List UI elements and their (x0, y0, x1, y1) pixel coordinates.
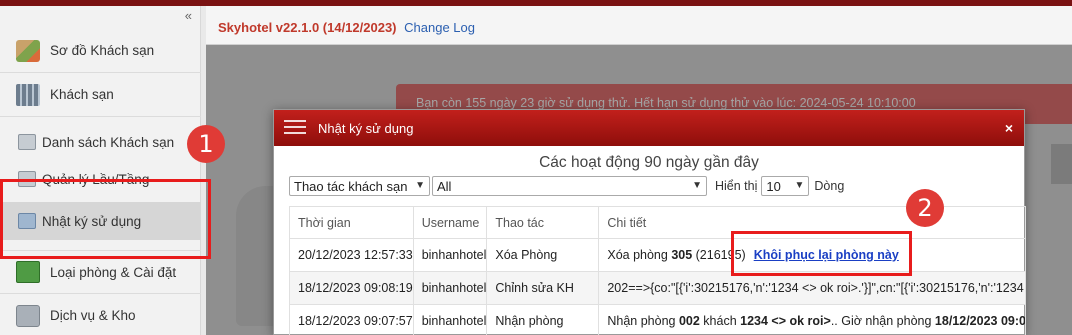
dialog-title: Nhật ký sử dụng (318, 120, 414, 136)
detail-text: Nhận phòng (607, 314, 679, 328)
sidebar-item-hotel-map[interactable]: Sơ đồ Khách sạn (0, 29, 201, 73)
rows-label: Dòng (814, 179, 845, 193)
app-version-title: Skyhotel v22.1.0 (14/12/2023) (218, 20, 397, 35)
hotel-map-icon (16, 39, 40, 62)
action-type-value: Thao tác khách sạn (294, 178, 408, 194)
close-icon[interactable]: × (1005, 120, 1013, 136)
detail-text: .. Giờ nhận phòng (830, 314, 935, 328)
sidebar-item-services[interactable]: Dịch vụ & Kho (0, 294, 201, 335)
sidebar-item-hotel[interactable]: Khách sạn (0, 73, 201, 117)
sidebar: « Sơ đồ Khách sạn Khách sạn Danh sách Kh… (0, 6, 201, 335)
cell-time: 20/12/2023 12:57:33 (289, 238, 414, 272)
chevron-down-icon: ▼ (794, 180, 805, 191)
chevron-down-icon: ▼ (692, 180, 702, 191)
detail-checkin-time: 18/12/2023 09:07 (934, 314, 1026, 328)
money-icon (16, 261, 40, 283)
detail-text: khách (699, 314, 741, 328)
cell-time: 18/12/2023 09:07:57 (289, 304, 414, 335)
chevron-down-icon: ▼ (415, 180, 425, 191)
scope-select[interactable]: All ▼ (432, 176, 707, 196)
cell-detail: Nhận phòng 002 khách 1234 <> ok roi>.. G… (598, 304, 1026, 335)
highlight-box-sidebar (0, 179, 211, 259)
action-type-select[interactable]: Thao tác khách sạn ▼ (289, 176, 430, 196)
cell-username: binhanhotel (413, 238, 488, 272)
sidebar-item-label: Loại phòng & Cài đặt (50, 264, 177, 280)
sidebar-item-label: Danh sách Khách sạn (42, 134, 175, 150)
column-header-username[interactable]: Username (413, 206, 488, 239)
column-header-action[interactable]: Thao tác (486, 206, 600, 239)
app-header: Skyhotel v22.1.0 (14/12/2023) Change Log (206, 6, 1072, 45)
cell-action: Chỉnh sửa KH (486, 271, 600, 305)
annotation-badge-1: 1 (187, 125, 225, 163)
sidebar-item-hotel-list[interactable]: Danh sách Khách sạn (0, 123, 201, 161)
cell-username: binhanhotel (413, 271, 488, 305)
list-icon (284, 120, 306, 136)
cell-detail: 202==>{co:"[{'i':30215176,'n':'1234 <> o… (598, 271, 1026, 305)
cell-time: 18/12/2023 09:08:19 (289, 271, 414, 305)
cell-username: binhanhotel (413, 304, 488, 335)
table-row: 18/12/2023 09:08:19 binhanhotel Chỉnh sử… (289, 271, 1026, 305)
cell-action: Xóa Phòng (486, 238, 600, 272)
building-icon (16, 83, 40, 106)
scope-value: All (437, 178, 452, 194)
detail-room: 305 (671, 248, 693, 262)
filter-bar: Thao tác khách sạn ▼ All ▼ Hiển thị 10 ▼… (289, 176, 848, 196)
changelog-link[interactable]: Change Log (404, 20, 475, 35)
page-size-value: 10 (766, 178, 781, 194)
column-header-time[interactable]: Thời gian (289, 206, 414, 239)
cell-action: Nhận phòng (486, 304, 600, 335)
show-label: Hiển thị (715, 179, 758, 193)
log-table: Thời gian Username Thao tác Chi tiết 20/… (289, 206, 1026, 335)
service-icon (16, 304, 40, 327)
table-row: 18/12/2023 09:07:57 binhanhotel Nhận phò… (289, 304, 1026, 335)
collapse-sidebar-icon[interactable]: « (185, 8, 192, 23)
detail-text: Xóa phòng (607, 248, 672, 262)
page-size-select[interactable]: 10 ▼ (761, 176, 810, 196)
sidebar-item-label: Dịch vụ & Kho (50, 308, 136, 323)
sidebar-item-label: Khách sạn (50, 87, 114, 102)
detail-room: 002 (678, 314, 700, 328)
highlight-box-restore (731, 231, 912, 276)
document-icon (18, 134, 36, 150)
dialog-subtitle: Các hoạt động 90 ngày gần đây (539, 154, 759, 171)
dialog-header: Nhật ký sử dụng (274, 110, 1024, 146)
sidebar-item-label: Sơ đồ Khách sạn (50, 43, 155, 58)
detail-guest: 1234 <> ok roi> (740, 314, 831, 328)
annotation-badge-2: 2 (906, 189, 944, 227)
table-row: 20/12/2023 12:57:33 binhanhotel Xóa Phòn… (289, 238, 1026, 272)
